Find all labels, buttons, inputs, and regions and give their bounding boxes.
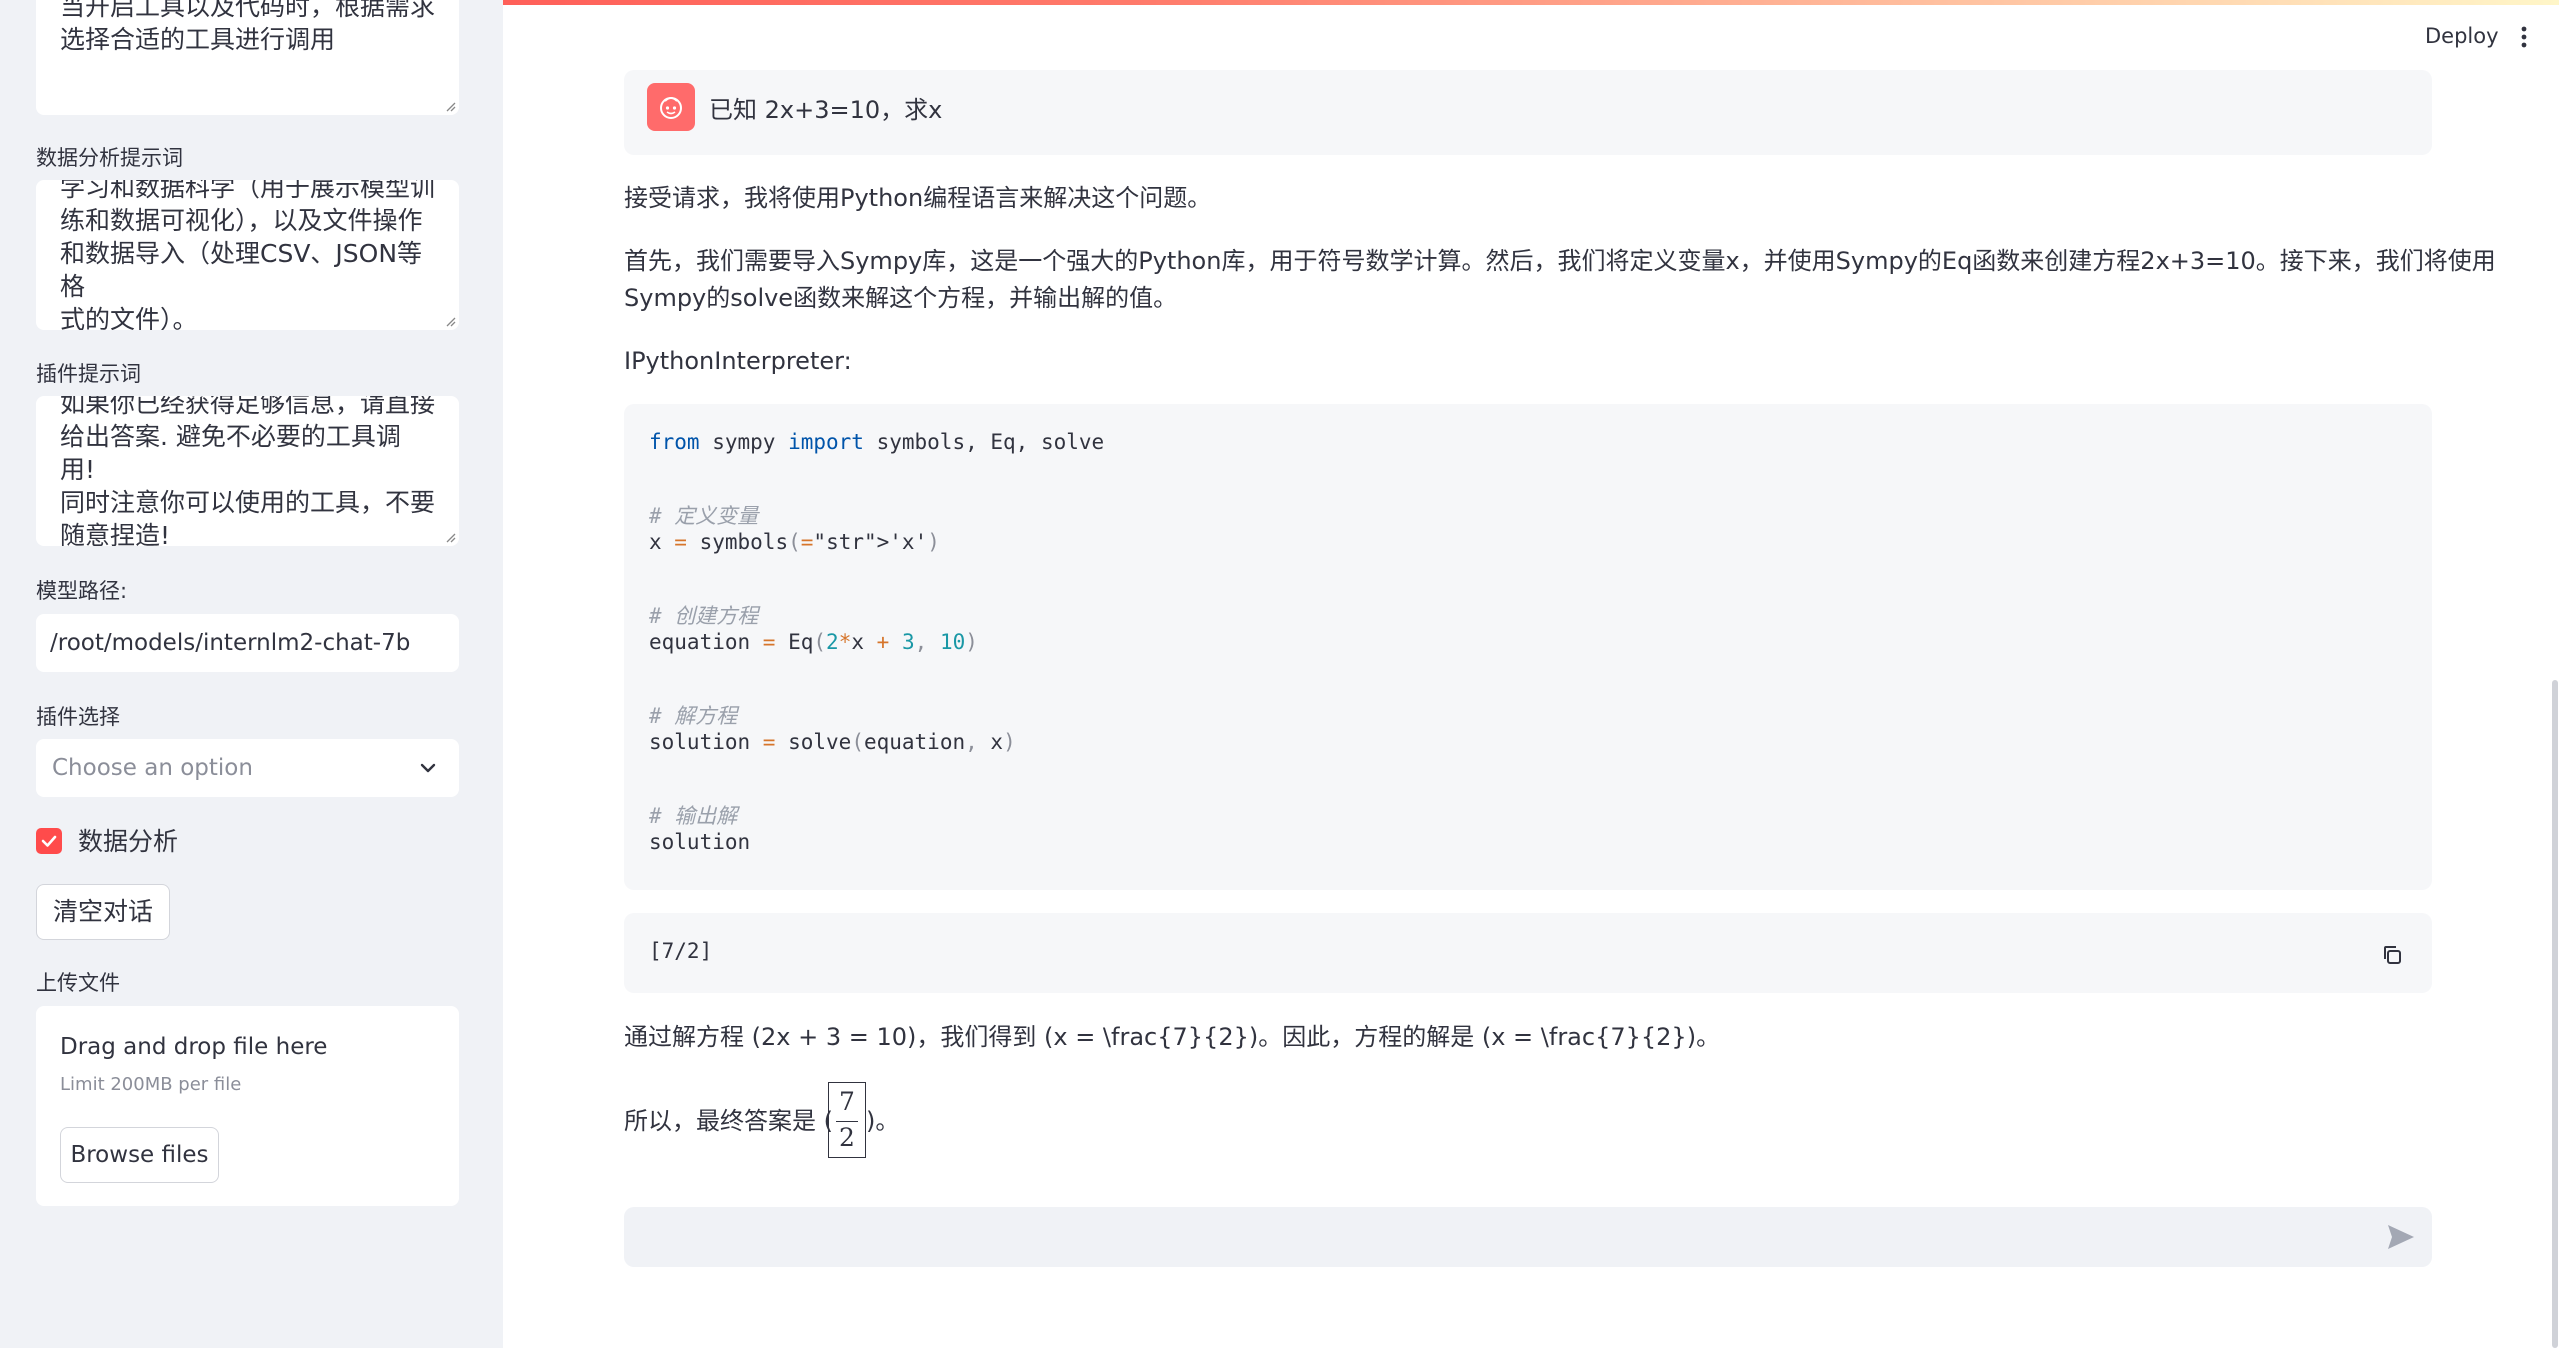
assistant-explanation-line: Sympy的solve函数来解这个方程，并输出解的值。 bbox=[624, 284, 1178, 312]
resize-grip-icon[interactable] bbox=[444, 531, 456, 543]
assistant-explanation-line: 首先，我们需要导入Sympy库，这是一个强大的Python库，用于符号数学计算。… bbox=[624, 247, 2496, 275]
code-block[interactable]: from sympy import symbols, Eq, solve # 定… bbox=[624, 404, 2432, 890]
plugin-prompt-label: 插件提示词 bbox=[36, 362, 141, 386]
upload-limit-text: Limit 200MB per file bbox=[60, 1074, 242, 1095]
file-uploader-dropzone[interactable]: Drag and drop file here Limit 200MB per … bbox=[36, 1006, 459, 1206]
plugin-prompt-line: 给出答案. 避免不必要的工具调用! bbox=[60, 422, 401, 484]
data-analysis-prompt-label: 数据分析提示词 bbox=[36, 146, 183, 170]
data-analysis-line: 练和数据可视化），以及文件操作 bbox=[60, 206, 423, 235]
plugin-prompt-line: 如果你已经获得足够信息，请直接 bbox=[60, 396, 436, 418]
final-answer-prefix: 所以，最终答案是 ( bbox=[624, 1107, 833, 1135]
plugin-prompt-line: 随意捏造! bbox=[60, 521, 171, 546]
plugin-select-label: 插件选择 bbox=[36, 705, 120, 729]
result-line: 通过解方程 (2x + 3 = 10)，我们得到 (x = \frac{7}{2… bbox=[624, 1023, 1721, 1051]
code-output: [7/2] bbox=[649, 939, 713, 963]
code-comment: # 创建方程 bbox=[649, 604, 759, 628]
upload-drag-text: Drag and drop file here bbox=[60, 1034, 328, 1060]
code-comment: # 解方程 bbox=[649, 704, 738, 728]
user-message: 已知 2x+3=10，求x bbox=[624, 70, 2432, 155]
system-prompt-textarea[interactable]: 当开启工具以及代码时，根据需求 选择合适的工具进行调用 bbox=[36, 0, 459, 115]
code-comment: # 输出解 bbox=[649, 804, 738, 828]
code-line: equation = Eq(2*x + 3, 10) bbox=[649, 630, 978, 654]
send-icon[interactable] bbox=[2386, 1223, 2416, 1251]
code-line: from sympy import symbols, Eq, solve bbox=[649, 430, 1104, 454]
code-token: sympy bbox=[699, 430, 789, 454]
code-comment: # 定义变量 bbox=[649, 504, 759, 528]
scrollbar[interactable] bbox=[2552, 680, 2558, 1348]
final-answer-fraction: 7 2 bbox=[828, 1082, 866, 1158]
check-icon bbox=[41, 835, 57, 847]
browse-files-button[interactable]: Browse files bbox=[60, 1127, 219, 1183]
system-prompt-line: 当开启工具以及代码时，根据需求 bbox=[60, 0, 436, 21]
fraction-numerator: 7 bbox=[839, 1087, 855, 1116]
data-analysis-line: 式的文件）。 bbox=[60, 305, 198, 330]
data-analysis-checkbox[interactable] bbox=[36, 828, 62, 854]
resize-grip-icon[interactable] bbox=[444, 100, 456, 112]
resize-grip-icon[interactable] bbox=[444, 315, 456, 327]
fraction-denominator: 2 bbox=[839, 1123, 855, 1152]
plugin-select-placeholder: Choose an option bbox=[52, 755, 253, 781]
code-line: solution = solve(equation, x) bbox=[649, 730, 1016, 754]
clear-chat-button[interactable]: 清空对话 bbox=[36, 884, 170, 940]
assistant-intro: 接受请求，我将使用Python编程语言来解决这个问题。 bbox=[624, 184, 1212, 212]
upload-label: 上传文件 bbox=[36, 971, 120, 995]
plugin-prompt-textarea[interactable]: 如果你已经获得足够信息，请直接 给出答案. 避免不必要的工具调用! 同时注意你可… bbox=[36, 396, 459, 546]
chevron-down-icon bbox=[420, 763, 436, 773]
model-path-input[interactable]: /root/models/internlm2-chat-7b bbox=[36, 614, 459, 672]
chat-input[interactable] bbox=[624, 1207, 2432, 1267]
avatar bbox=[647, 83, 695, 131]
user-message-text: 已知 2x+3=10，求x bbox=[709, 96, 943, 124]
plugin-prompt-line: 同时注意你可以使用的工具，不要 bbox=[60, 488, 436, 517]
system-prompt-line: 选择合适的工具进行调用 bbox=[60, 25, 336, 54]
data-analysis-line: 和数据导入（处理CSV、JSON等格 bbox=[60, 239, 423, 301]
tool-name: IPythonInterpreter: bbox=[624, 347, 852, 375]
code-token: symbols, Eq, solve bbox=[863, 430, 1105, 454]
copy-icon[interactable] bbox=[2380, 943, 2404, 967]
code-token: import bbox=[788, 430, 864, 454]
data-analysis-checkbox-label: 数据分析 bbox=[78, 827, 179, 856]
code-line: x = symbols(="str">'x') bbox=[649, 530, 940, 554]
sidebar: 当开启工具以及代码时，根据需求 选择合适的工具进行调用 数据分析提示词 学习和数… bbox=[0, 0, 503, 1348]
final-answer-suffix: )。 bbox=[866, 1107, 900, 1135]
code-output-block[interactable]: [7/2] bbox=[624, 913, 2432, 993]
code-line: solution bbox=[649, 830, 751, 854]
plugin-select[interactable]: Choose an option bbox=[36, 739, 459, 797]
fraction-bar bbox=[836, 1121, 858, 1122]
robot-avatar-icon bbox=[660, 97, 682, 119]
kebab-menu-icon[interactable] bbox=[2521, 25, 2527, 49]
data-analysis-prompt-textarea[interactable]: 学习和数据科学（用于展示模型训 练和数据可视化），以及文件操作 和数据导入（处理… bbox=[36, 180, 459, 330]
data-analysis-line: 学习和数据科学（用于展示模型训 bbox=[60, 180, 436, 202]
code-token: from bbox=[649, 430, 700, 454]
model-path-label: 模型路径: bbox=[36, 579, 128, 603]
deploy-button[interactable]: Deploy bbox=[2425, 24, 2499, 48]
